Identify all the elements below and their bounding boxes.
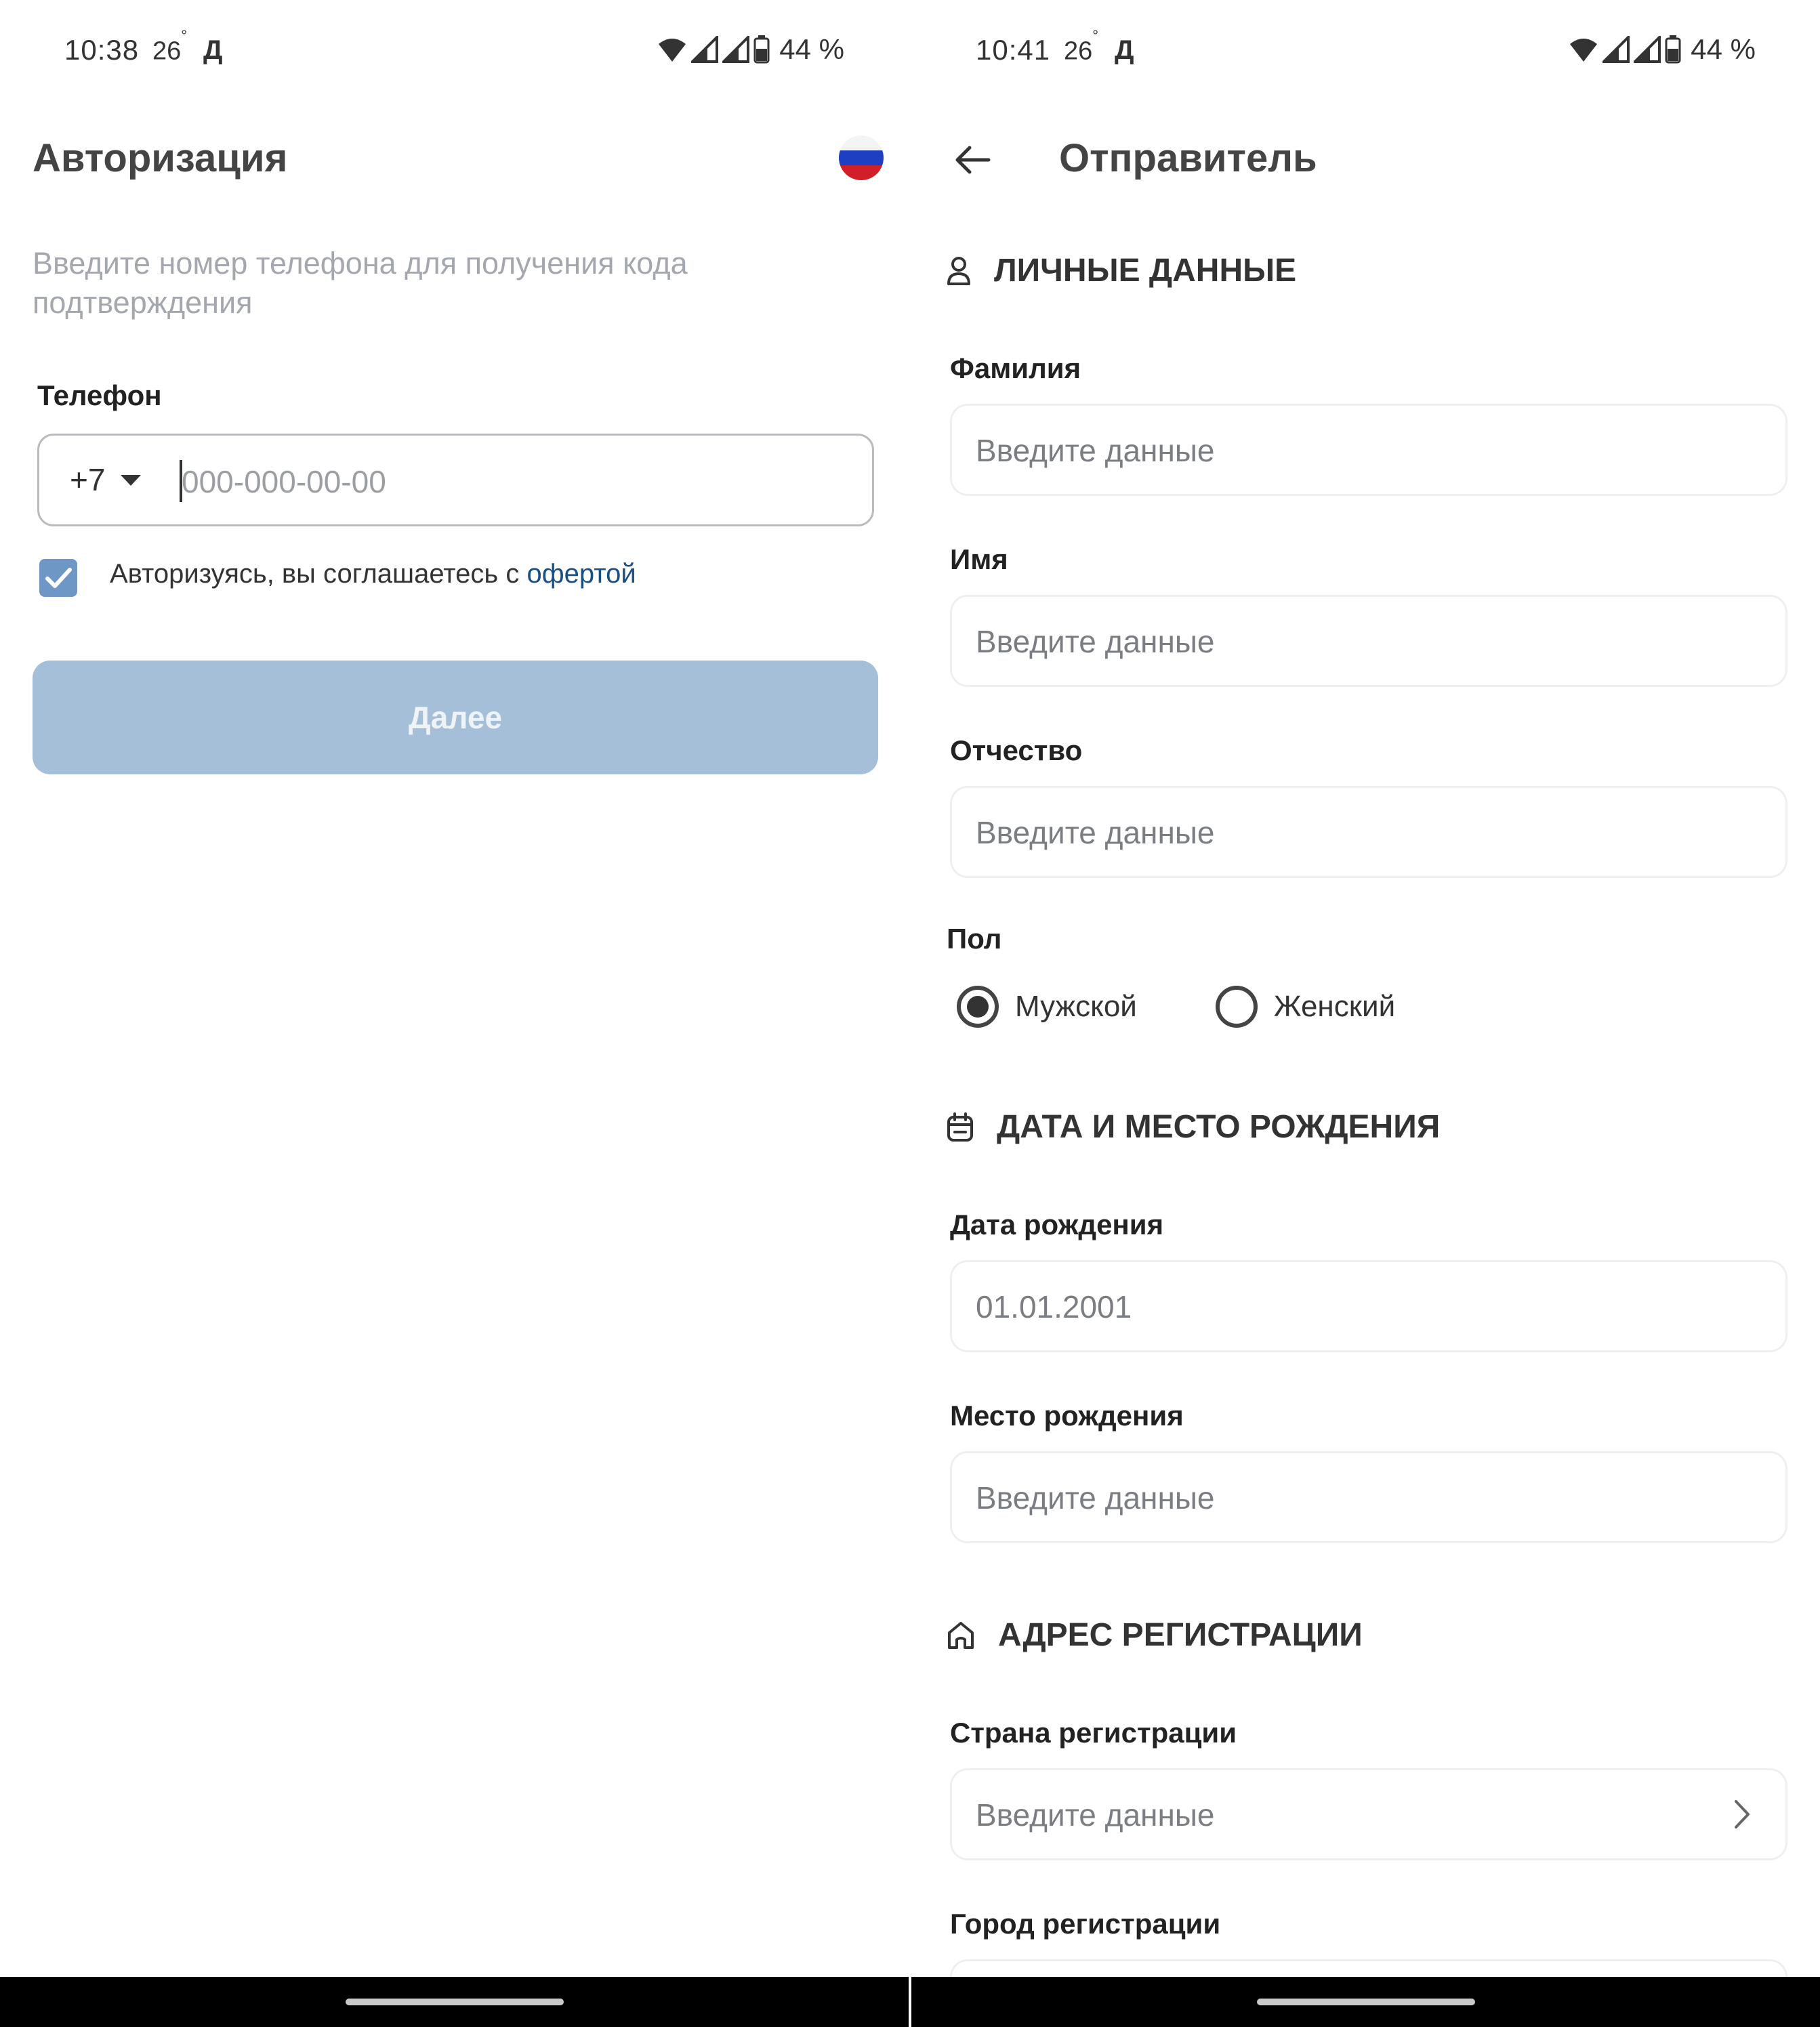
gender-option-male[interactable]: Мужской xyxy=(957,986,1137,1028)
country-field[interactable] xyxy=(950,1768,1787,1860)
patronymic-input[interactable] xyxy=(976,807,1721,858)
country-code[interactable]: +7 xyxy=(70,461,105,498)
home-gesture-handle[interactable] xyxy=(1256,1999,1475,2005)
chevron-right-icon[interactable] xyxy=(1724,1797,1758,1831)
status-time: 10:38 xyxy=(64,34,140,66)
birth-date-field[interactable] xyxy=(950,1260,1787,1352)
section-personal-data: ЛИЧНЫЕ ДАННЫЕ xyxy=(947,252,1296,289)
russia-flag-icon[interactable] xyxy=(839,135,884,180)
back-arrow-icon[interactable] xyxy=(952,140,993,180)
signal-icon xyxy=(722,36,750,63)
section-birth: ДАТА И МЕСТО РОЖДЕНИЯ xyxy=(947,1108,1440,1146)
birth-place-input[interactable] xyxy=(976,1472,1721,1524)
page-title: Отправитель xyxy=(1059,136,1317,180)
radio-label: Женский xyxy=(1273,990,1396,1023)
signal-icon xyxy=(1634,36,1661,63)
gender-label: Пол xyxy=(947,923,1002,955)
surname-label: Фамилия xyxy=(950,352,1081,384)
battery-icon xyxy=(1665,35,1681,64)
section-title: ДАТА И МЕСТО РОЖДЕНИЯ xyxy=(997,1109,1441,1145)
section-title: ЛИЧНЫЕ ДАННЫЕ xyxy=(994,253,1297,289)
login-screen: 10:38 26° Д 44 % Авторизация Введите ном… xyxy=(0,0,909,2027)
battery-icon xyxy=(753,35,770,64)
wifi-icon xyxy=(1570,39,1598,62)
patronymic-label: Отчество xyxy=(950,734,1083,766)
section-address: АДРЕС РЕГИСТРАЦИИ xyxy=(947,1616,1363,1654)
phone-field[interactable]: +7 xyxy=(37,434,874,526)
status-icons: 44 % xyxy=(1569,33,1756,66)
agreement-checkbox[interactable] xyxy=(39,559,77,597)
home-gesture-handle[interactable] xyxy=(345,1999,564,2005)
phone-input[interactable] xyxy=(182,456,825,507)
signal-icon xyxy=(691,36,719,63)
surname-field[interactable] xyxy=(950,404,1787,496)
patronymic-field[interactable] xyxy=(950,786,1787,878)
birth-place-label: Место рождения xyxy=(950,1400,1184,1432)
status-temperature: 26° xyxy=(1064,27,1099,66)
home-icon xyxy=(948,1621,974,1649)
birth-date-input[interactable] xyxy=(976,1281,1721,1333)
gender-radio-group: Мужской Женский xyxy=(957,986,1474,1028)
status-time: 10:41 xyxy=(976,34,1051,66)
city-label: Город регистрации xyxy=(950,1908,1221,1940)
status-carrier: Д xyxy=(203,35,223,65)
agreement-text: Авторизуясь, вы соглашаетесь с офертой xyxy=(110,559,636,589)
name-field[interactable] xyxy=(950,595,1787,687)
birth-date-label: Дата рождения xyxy=(950,1209,1164,1240)
page-title: Авторизация xyxy=(33,136,288,180)
wifi-icon xyxy=(659,39,686,62)
section-title: АДРЕС РЕГИСТРАЦИИ xyxy=(998,1617,1363,1653)
chevron-down-icon[interactable] xyxy=(121,475,141,486)
calendar-icon xyxy=(947,1112,973,1142)
navigation-bar xyxy=(0,1977,909,2027)
status-bar: 10:41 26° Д 44 % xyxy=(911,0,1820,105)
country-input[interactable] xyxy=(976,1789,1721,1841)
radio-button-selected[interactable] xyxy=(957,986,999,1028)
gender-option-female[interactable]: Женский xyxy=(1215,986,1396,1028)
next-button[interactable]: Далее xyxy=(33,661,878,774)
status-temperature: 26° xyxy=(152,27,188,66)
status-icons: 44 % xyxy=(657,33,844,66)
phone-label: Телефон xyxy=(37,379,162,411)
status-bar: 10:38 26° Д 44 % xyxy=(0,0,909,105)
name-label: Имя xyxy=(950,543,1008,575)
status-carrier: Д xyxy=(1115,35,1134,65)
battery-percent: 44 % xyxy=(1691,33,1756,65)
offer-link[interactable]: офертой xyxy=(526,559,636,589)
auth-hint: Введите номер телефона для получения код… xyxy=(33,246,688,320)
battery-percent: 44 % xyxy=(779,33,844,65)
check-icon xyxy=(45,568,72,588)
radio-label: Мужской xyxy=(1015,990,1137,1023)
surname-input[interactable] xyxy=(976,425,1721,476)
signal-icon xyxy=(1602,36,1630,63)
country-label: Страна регистрации xyxy=(950,1717,1237,1749)
navigation-bar xyxy=(911,1977,1820,2027)
radio-button[interactable] xyxy=(1215,986,1258,1028)
sender-form-screen: 10:41 26° Д 44 % Отправитель ЛИЧНЫЕ ДАНН… xyxy=(911,0,1820,2027)
birth-place-field[interactable] xyxy=(950,1451,1787,1543)
name-input[interactable] xyxy=(976,616,1721,667)
person-icon xyxy=(947,256,970,285)
